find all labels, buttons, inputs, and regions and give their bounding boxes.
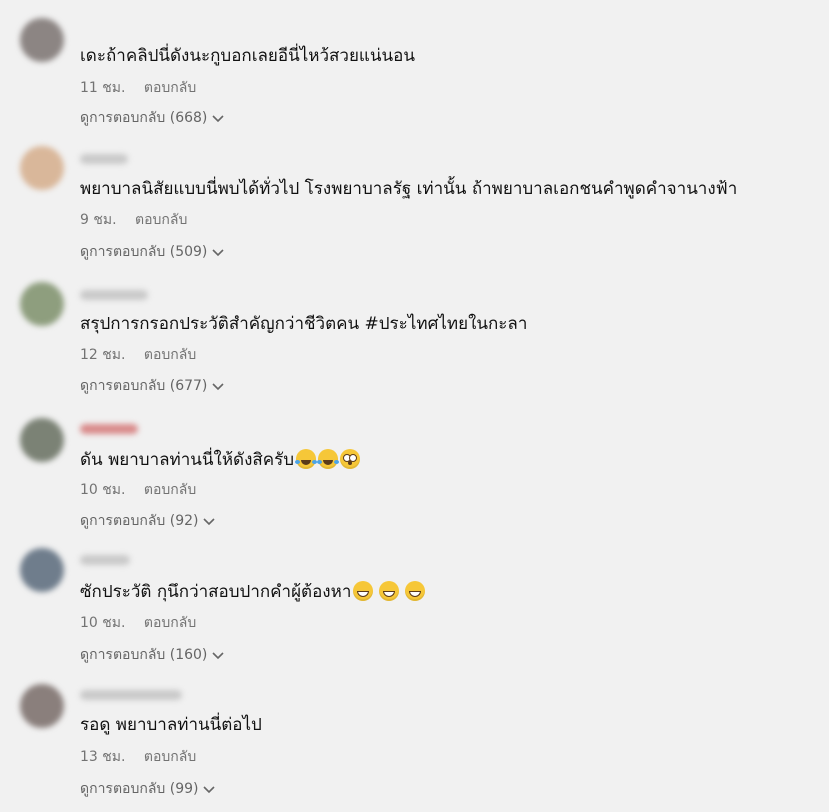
comment-time: 10 ชม. (80, 482, 126, 498)
flushed-face-emoji-icon (340, 449, 361, 469)
chevron-down-icon (212, 115, 224, 123)
view-replies-label: ดูการตอบกลับ (509) (80, 244, 208, 260)
reply-button[interactable]: ตอบกลับ (144, 482, 196, 498)
view-replies-button[interactable]: ดูการตอบกลับ (677) (80, 375, 225, 397)
comment-time: 12 ชม. (80, 347, 126, 363)
view-replies-button[interactable]: ดูการตอบกลับ (509) (80, 241, 225, 263)
view-replies-label: ดูการตอบกลับ (160) (80, 647, 208, 663)
avatar[interactable] (20, 418, 64, 462)
chevron-down-icon (203, 518, 216, 526)
comment-time: 9 ชม. (80, 212, 117, 228)
chevron-down-icon (212, 249, 224, 257)
comment-text: ดัน พยาบาลท่านนี่ให้ดังสิครับ (80, 449, 361, 471)
avatar[interactable] (20, 18, 64, 62)
view-replies-label: ดูการตอบกลับ (668) (80, 110, 208, 126)
comment-text: รอดู พยาบาลท่านนี่ต่อไป (80, 715, 262, 735)
reply-button[interactable]: ตอบกลับ (144, 347, 196, 363)
reply-button[interactable]: ตอบกลับ (144, 615, 196, 631)
comment-meta: 12 ชม. ตอบกลับ (80, 344, 196, 366)
avatar[interactable] (20, 146, 64, 190)
grinning-face-emoji-icon (405, 581, 426, 601)
chevron-down-icon (203, 786, 216, 794)
comment-meta: 9 ชม. ตอบกลับ (80, 209, 187, 231)
reply-button[interactable]: ตอบกลับ (144, 80, 196, 96)
author-name[interactable] (80, 555, 130, 565)
comment-time: 13 ชม. (80, 749, 126, 765)
comment-meta: 10 ชม. ตอบกลับ (80, 612, 196, 634)
view-replies-button[interactable]: ดูการตอบกลับ (99) (80, 778, 216, 800)
comment-text-content: ซักประวัติ กุนึกว่าสอบปากคำผู้ต้องหา (80, 582, 352, 602)
grinning-face-emoji-icon (353, 581, 374, 601)
comment-text-content: ดัน พยาบาลท่านนี่ให้ดังสิครับ (80, 450, 295, 470)
view-replies-label: ดูการตอบกลับ (92) (80, 513, 199, 529)
laughing-crying-emoji-icon (295, 449, 318, 469)
view-replies-button[interactable]: ดูการตอบกลับ (160) (80, 644, 225, 666)
view-replies-label: ดูการตอบกลับ (99) (80, 781, 199, 797)
view-replies-label: ดูการตอบกลับ (677) (80, 378, 208, 394)
view-replies-button[interactable]: ดูการตอบกลับ (668) (80, 107, 225, 129)
author-name[interactable] (80, 690, 182, 700)
author-name[interactable] (80, 154, 128, 164)
reply-button[interactable]: ตอบกลับ (135, 212, 187, 228)
comment-text: ซักประวัติ กุนึกว่าสอบปากคำผู้ต้องหา (80, 581, 426, 603)
comment-text: พยาบาลนิสัยแบบนี่พบได้ทั่วไป โรงพยาบาลรั… (80, 179, 738, 199)
grinning-face-emoji-icon (379, 581, 400, 601)
author-name[interactable] (80, 424, 138, 434)
reply-button[interactable]: ตอบกลับ (144, 749, 196, 765)
chevron-down-icon (212, 383, 224, 391)
comment-meta: 11 ชม. ตอบกลับ (80, 77, 196, 99)
comment-time: 10 ชม. (80, 615, 126, 631)
comment-meta: 10 ชม. ตอบกลับ (80, 479, 196, 501)
comment-text: สรุปการกรอกประวัติสำคัญกว่าชีวิตคน #ประไ… (80, 314, 528, 334)
comment-text: เดะถ้าคลิปนี่ดังนะกูบอกเลยอีนี่ไหว้สวยแน… (80, 46, 415, 66)
avatar[interactable] (20, 684, 64, 728)
view-replies-button[interactable]: ดูการตอบกลับ (92) (80, 510, 216, 532)
author-name[interactable] (80, 290, 148, 300)
laughing-crying-emoji-icon (317, 449, 340, 469)
avatar[interactable] (20, 548, 64, 592)
chevron-down-icon (212, 652, 224, 660)
comment-time: 11 ชม. (80, 80, 126, 96)
comment-meta: 13 ชม. ตอบกลับ (80, 746, 196, 768)
avatar[interactable] (20, 282, 64, 326)
